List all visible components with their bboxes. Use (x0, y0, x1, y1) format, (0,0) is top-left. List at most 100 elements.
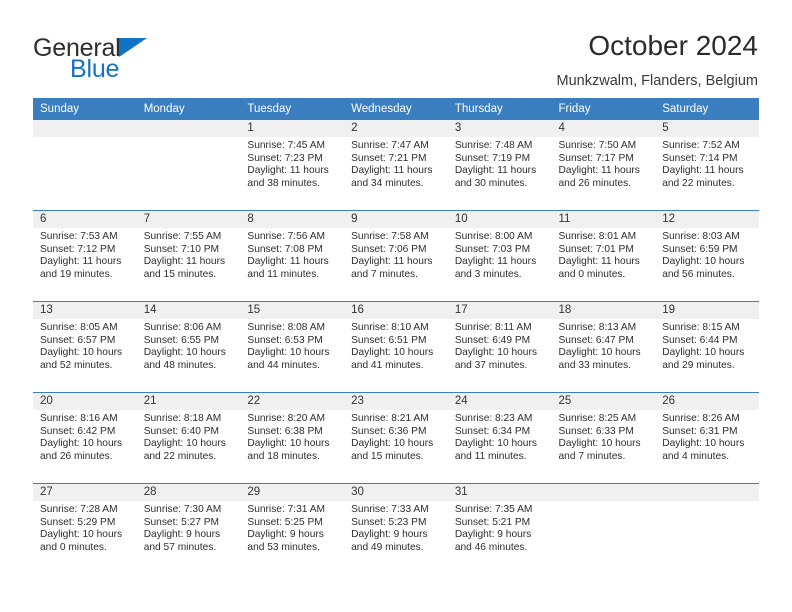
day-sun-info: Sunrise: 7:58 AM Sunset: 7:06 PM Daylight:… (344, 228, 448, 281)
calendar-day-cell[interactable]: 28 Sunrise: 7:30 AM Sunset: 5:27 PM Dayligh… (136, 483, 241, 574)
day-number: 19 (655, 302, 759, 319)
daylight-text: Daylight: 10 hours and 52 minutes. (40, 347, 123, 371)
day-cell-inner: 29 Sunrise: 7:31 AM Sunset: 5:25 PM Dayligh… (240, 484, 345, 574)
calendar-day-cell[interactable]: 8 Sunrise: 7:56 AM Sunset: 7:08 PM Daylight… (240, 210, 345, 302)
calendar-day-cell[interactable]: 14 Sunrise: 8:06 AM Sunset: 6:55 PM Dayligh… (136, 301, 241, 393)
calendar-day-cell[interactable]: 22 Sunrise: 8:20 AM Sunset: 6:38 PM Dayligh… (240, 392, 345, 484)
daylight-text: Daylight: 10 hours and 11 minutes. (454, 438, 537, 462)
calendar-day-cell[interactable]: 11 Sunrise: 8:01 AM Sunset: 7:01 PM Dayligh… (551, 210, 656, 302)
day-number: 24 (447, 393, 552, 410)
sunset-text: Sunset: 7:17 PM (558, 152, 634, 164)
day-number: 10 (447, 211, 552, 228)
daylight-text: Daylight: 11 hours and 3 minutes. (454, 256, 537, 280)
day-cell-inner: 3 Sunrise: 7:48 AM Sunset: 7:19 PM Daylight… (447, 120, 552, 210)
sunrise-text: Sunrise: 7:33 AM (351, 504, 429, 515)
sunrise-text: Sunrise: 8:20 AM (247, 413, 325, 424)
sunrise-text: Sunrise: 7:30 AM (143, 504, 222, 515)
daylight-text: Daylight: 11 hours and 34 minutes. (351, 165, 433, 189)
weekday-header-wednesday: Wednesday (344, 98, 448, 120)
sunrise-text: Sunrise: 7:58 AM (351, 231, 429, 242)
sunrise-text: Sunrise: 7:48 AM (454, 140, 533, 151)
calendar-day-cell[interactable]: 18 Sunrise: 8:13 AM Sunset: 6:47 PM Dayligh… (551, 301, 656, 393)
sunset-text: Sunset: 7:12 PM (40, 243, 116, 255)
day-number: 14 (136, 302, 241, 319)
day-cell-inner: 4 Sunrise: 7:50 AM Sunset: 7:17 PM Daylight… (551, 120, 656, 210)
day-sun-info: Sunrise: 7:50 AM Sunset: 7:17 PM Daylight:… (552, 137, 656, 190)
calendar-day-cell[interactable]: 9 Sunrise: 7:58 AM Sunset: 7:06 PM Daylight… (344, 210, 448, 302)
calendar-week-row: 6 Sunrise: 7:53 AM Sunset: 7:12 PM Daylight… (33, 210, 759, 302)
sunrise-text: Sunrise: 8:03 AM (662, 231, 740, 242)
calendar-day-cell[interactable]: 25 Sunrise: 8:25 AM Sunset: 6:33 PM Dayligh… (551, 392, 656, 484)
calendar-day-cell[interactable]: 6 Sunrise: 7:53 AM Sunset: 7:12 PM Daylight… (33, 210, 137, 302)
daylight-text: Daylight: 11 hours and 7 minutes. (351, 256, 433, 280)
day-number: 13 (33, 302, 137, 319)
day-number: 22 (240, 393, 345, 410)
day-number (655, 484, 759, 501)
sunrise-text: Sunrise: 8:05 AM (40, 322, 118, 333)
sunrise-text: Sunrise: 8:21 AM (351, 413, 429, 424)
sunset-text: Sunset: 7:21 PM (351, 152, 427, 164)
calendar-day-cell[interactable]: 31 Sunrise: 7:35 AM Sunset: 5:21 PM Dayligh… (447, 483, 552, 574)
day-number: 28 (136, 484, 241, 501)
day-sun-info: Sunrise: 7:35 AM Sunset: 5:21 PM Daylight:… (448, 501, 552, 554)
calendar-day-cell[interactable]: 3 Sunrise: 7:48 AM Sunset: 7:19 PM Daylight… (447, 120, 552, 211)
day-sun-info: Sunrise: 7:53 AM Sunset: 7:12 PM Daylight:… (33, 228, 137, 281)
page-subtitle: Munkzwalm, Flanders, Belgium (556, 73, 758, 90)
calendar-day-cell[interactable]: 23 Sunrise: 8:21 AM Sunset: 6:36 PM Dayligh… (344, 392, 448, 484)
day-cell-inner: 5 Sunrise: 7:52 AM Sunset: 7:14 PM Daylight… (655, 120, 759, 210)
calendar-day-cell[interactable]: 20 Sunrise: 8:16 AM Sunset: 6:42 PM Dayligh… (33, 392, 137, 484)
day-cell-inner: 25 Sunrise: 8:25 AM Sunset: 6:33 PM Dayligh… (551, 393, 656, 483)
calendar-day-cell[interactable]: 5 Sunrise: 7:52 AM Sunset: 7:14 PM Daylight… (655, 120, 759, 211)
calendar-day-cell[interactable]: 16 Sunrise: 8:10 AM Sunset: 6:51 PM Dayligh… (344, 301, 448, 393)
sunrise-text: Sunrise: 8:25 AM (558, 413, 637, 424)
day-sun-info: Sunrise: 8:25 AM Sunset: 6:33 PM Daylight:… (552, 410, 656, 463)
calendar-day-cell[interactable]: 4 Sunrise: 7:50 AM Sunset: 7:17 PM Daylight… (551, 120, 656, 211)
sunrise-text: Sunrise: 7:53 AM (40, 231, 118, 242)
day-cell-inner: 11 Sunrise: 8:01 AM Sunset: 7:01 PM Dayligh… (551, 211, 656, 301)
day-sun-info: Sunrise: 7:30 AM Sunset: 5:27 PM Daylight:… (137, 501, 241, 554)
calendar-day-cell[interactable]: 30 Sunrise: 7:33 AM Sunset: 5:23 PM Dayligh… (344, 483, 448, 574)
sunset-text: Sunset: 5:23 PM (351, 516, 427, 528)
day-cell-inner: 12 Sunrise: 8:03 AM Sunset: 6:59 PM Dayligh… (655, 211, 759, 301)
sunrise-text: Sunrise: 8:06 AM (143, 322, 222, 333)
day-cell-inner: 2 Sunrise: 7:47 AM Sunset: 7:21 PM Daylight… (344, 120, 448, 210)
daylight-text: Daylight: 10 hours and 48 minutes. (143, 347, 226, 371)
weekday-header-saturday: Saturday (655, 98, 759, 120)
calendar-day-cell[interactable]: 12 Sunrise: 8:03 AM Sunset: 6:59 PM Dayligh… (655, 210, 759, 302)
calendar-day-cell[interactable]: 15 Sunrise: 8:08 AM Sunset: 6:53 PM Dayligh… (240, 301, 345, 393)
sunset-text: Sunset: 6:51 PM (351, 334, 427, 346)
calendar-day-cell[interactable]: 24 Sunrise: 8:23 AM Sunset: 6:34 PM Dayligh… (447, 392, 552, 484)
daylight-text: Daylight: 9 hours and 49 minutes. (351, 529, 428, 553)
day-sun-info: Sunrise: 8:16 AM Sunset: 6:42 PM Daylight:… (33, 410, 137, 463)
calendar-day-cell-empty (551, 483, 656, 574)
sunset-text: Sunset: 6:40 PM (143, 425, 220, 437)
calendar-day-cell[interactable]: 29 Sunrise: 7:31 AM Sunset: 5:25 PM Dayligh… (240, 483, 345, 574)
daylight-text: Daylight: 11 hours and 11 minutes. (247, 256, 329, 280)
calendar-day-cell[interactable]: 13 Sunrise: 8:05 AM Sunset: 6:57 PM Dayligh… (33, 301, 137, 393)
daylight-text: Daylight: 10 hours and 22 minutes. (143, 438, 226, 462)
day-number: 17 (447, 302, 552, 319)
calendar-day-cell[interactable]: 10 Sunrise: 8:00 AM Sunset: 7:03 PM Dayligh… (447, 210, 552, 302)
calendar-day-cell[interactable]: 27 Sunrise: 7:28 AM Sunset: 5:29 PM Dayligh… (33, 483, 137, 574)
sunset-text: Sunset: 6:49 PM (454, 334, 531, 346)
calendar-day-cell[interactable]: 7 Sunrise: 7:55 AM Sunset: 7:10 PM Daylight… (136, 210, 241, 302)
daylight-text: Daylight: 11 hours and 19 minutes. (40, 256, 122, 280)
calendar-day-cell[interactable]: 21 Sunrise: 8:18 AM Sunset: 6:40 PM Dayligh… (136, 392, 241, 484)
sunset-text: Sunset: 7:14 PM (662, 152, 738, 164)
day-number: 6 (33, 211, 137, 228)
calendar-day-cell[interactable]: 2 Sunrise: 7:47 AM Sunset: 7:21 PM Daylight… (344, 120, 448, 211)
day-cell-inner: 15 Sunrise: 8:08 AM Sunset: 6:53 PM Dayligh… (240, 302, 345, 392)
calendar-day-cell[interactable]: 1 Sunrise: 7:45 AM Sunset: 7:23 PM Daylight… (240, 120, 345, 211)
sunset-text: Sunset: 6:36 PM (351, 425, 427, 437)
calendar-day-cell[interactable]: 19 Sunrise: 8:15 AM Sunset: 6:44 PM Dayligh… (655, 301, 759, 393)
day-sun-info: Sunrise: 8:15 AM Sunset: 6:44 PM Daylight:… (655, 319, 759, 372)
calendar-day-cell[interactable]: 26 Sunrise: 8:26 AM Sunset: 6:31 PM Dayligh… (655, 392, 759, 484)
calendar-day-cell[interactable]: 17 Sunrise: 8:11 AM Sunset: 6:49 PM Dayligh… (447, 301, 552, 393)
calendar-week-row: 20 Sunrise: 8:16 AM Sunset: 6:42 PM Dayligh… (33, 392, 759, 484)
calendar-week-row: 27 Sunrise: 7:28 AM Sunset: 5:29 PM Dayligh… (33, 483, 759, 574)
sunrise-text: Sunrise: 8:00 AM (454, 231, 533, 242)
day-cell-inner (136, 120, 241, 210)
daylight-text: Daylight: 10 hours and 18 minutes. (247, 438, 330, 462)
triangle-icon (118, 38, 147, 57)
sunset-text: Sunset: 5:27 PM (143, 516, 220, 528)
